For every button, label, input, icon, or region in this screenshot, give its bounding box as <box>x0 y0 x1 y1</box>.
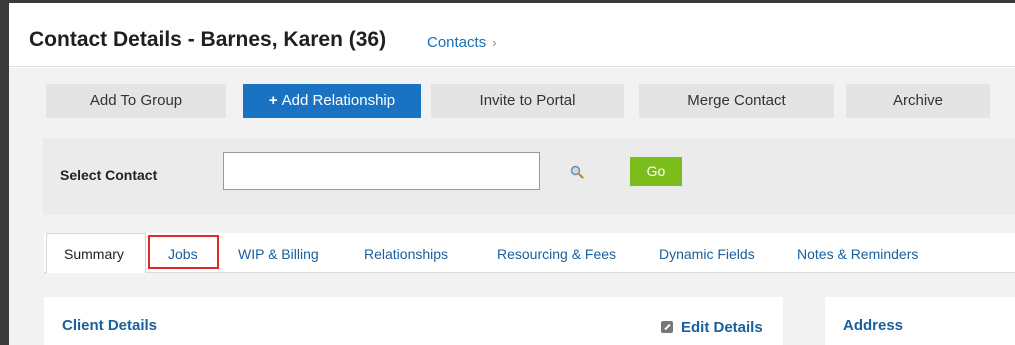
app-window: Contact Details - Barnes, Karen (36) Con… <box>0 0 1015 345</box>
merge-contact-button[interactable]: Merge Contact <box>639 84 834 118</box>
page-title: Contact Details - Barnes, Karen (36) <box>29 28 387 51</box>
tab-bar: Summary Jobs WIP & Billing Relationships… <box>44 233 1015 273</box>
tab-relationships[interactable]: Relationships <box>364 246 448 262</box>
edit-details-label: Edit Details <box>681 319 763 336</box>
search-icon[interactable] <box>570 165 584 179</box>
add-relationship-label: Add Relationship <box>281 92 396 109</box>
select-contact-label: Select Contact <box>60 167 158 183</box>
tab-dynamic-fields[interactable]: Dynamic Fields <box>659 246 755 262</box>
archive-button[interactable]: Archive <box>846 84 990 118</box>
tab-resourcing-fees[interactable]: Resourcing & Fees <box>497 246 616 262</box>
plus-icon: + <box>268 92 278 109</box>
invite-to-portal-button[interactable]: Invite to Portal <box>431 84 624 118</box>
go-button[interactable]: Go <box>630 157 682 186</box>
add-to-group-button[interactable]: Add To Group <box>46 84 226 118</box>
tab-jobs[interactable]: Jobs <box>168 246 198 262</box>
chevron-right-icon: › <box>492 35 497 50</box>
select-contact-input[interactable] <box>223 152 540 190</box>
edit-icon <box>661 321 673 333</box>
window-left-border <box>0 0 9 345</box>
address-title: Address <box>843 317 904 334</box>
address-panel: Address <box>825 297 1015 345</box>
breadcrumb: Contacts › <box>427 34 497 51</box>
select-contact-row: Select Contact Go <box>43 138 1015 215</box>
tab-notes-reminders[interactable]: Notes & Reminders <box>797 246 918 262</box>
tab-summary[interactable]: Summary <box>64 246 124 262</box>
add-relationship-button[interactable]: + Add Relationship <box>243 84 421 118</box>
client-details-title: Client Details <box>62 317 158 334</box>
client-details-panel: Client Details Edit Details <box>44 297 783 345</box>
main-content: Add To Group + Add Relationship Invite to… <box>9 68 1015 345</box>
edit-details-link[interactable]: Edit Details <box>661 319 763 336</box>
tab-wip-billing[interactable]: WIP & Billing <box>238 246 319 262</box>
breadcrumb-contacts-link[interactable]: Contacts <box>427 34 486 51</box>
page-header: Contact Details - Barnes, Karen (36) Con… <box>9 3 1015 67</box>
